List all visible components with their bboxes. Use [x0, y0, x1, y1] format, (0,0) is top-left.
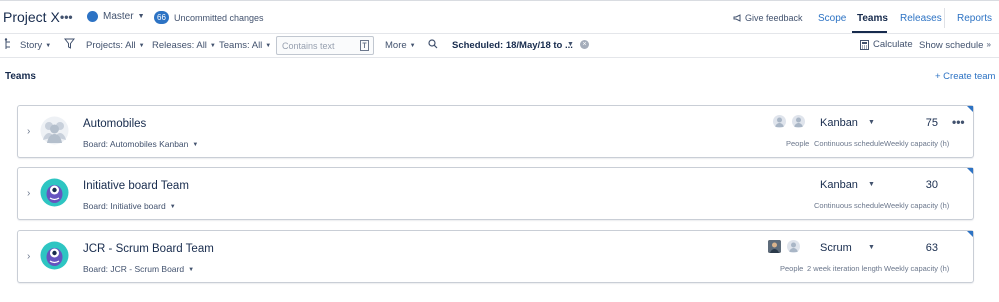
planning-method-dropdown[interactable]: Kanban — [820, 179, 858, 191]
more-filters-dropdown[interactable]: More ▼ — [385, 40, 416, 51]
weekly-capacity-value[interactable]: 63 — [926, 242, 938, 254]
chevron-down-icon: ▼ — [188, 267, 195, 273]
clear-scheduled-icon[interactable]: × — [580, 40, 589, 49]
chevron-down-icon: ▼ — [45, 43, 52, 49]
nav-divider — [944, 8, 945, 28]
expand-chevron-icon[interactable]: › — [27, 126, 30, 137]
scenario-color-icon — [87, 11, 98, 22]
generic-team-icon — [40, 116, 69, 145]
corner-flag — [967, 168, 973, 174]
more-filters-label: More — [385, 40, 407, 51]
weekly-capacity-value[interactable]: 30 — [926, 179, 938, 191]
people-label: People — [780, 264, 804, 273]
calculate-label: Calculate — [873, 39, 913, 50]
board-label: Board: Automobiles Kanban — [83, 139, 189, 149]
chevron-down-icon[interactable]: ▼ — [868, 244, 875, 251]
expand-chevron-icon[interactable]: › — [27, 188, 30, 199]
people-avatars[interactable] — [773, 115, 811, 128]
schedule-mode-label: Continuous schedule — [814, 201, 885, 210]
monster-avatar-icon — [40, 178, 69, 207]
calculate-button[interactable]: Calculate — [860, 39, 913, 50]
active-tab-indicator — [852, 31, 887, 33]
chevron-down-icon: ▼ — [209, 43, 216, 49]
tab-scope[interactable]: Scope — [818, 13, 846, 24]
projects-filter[interactable]: Projects: All ▼ — [86, 40, 145, 51]
board-label: Board: Initiative board — [83, 201, 166, 211]
text-filter-icon — [360, 40, 369, 51]
scenario-label: Master — [103, 11, 134, 22]
contains-text-input[interactable] — [277, 37, 357, 54]
person-avatar[interactable] — [773, 115, 786, 128]
show-schedule-dropdown[interactable]: Show schedule» — [919, 40, 991, 51]
weekly-capacity-label: Weekly capacity (h) — [884, 264, 950, 273]
scenario-selector[interactable]: Master ▼ — [87, 11, 145, 22]
scheduled-filter[interactable]: Scheduled: 18/May/18 to ... — [452, 40, 573, 51]
chevron-down-icon: ▼ — [138, 43, 145, 49]
give-feedback-label: Give feedback — [745, 13, 803, 23]
calculator-icon — [860, 39, 869, 50]
give-feedback-link[interactable]: Give feedback — [733, 13, 803, 23]
releases-filter-label: Releases: All — [152, 40, 207, 51]
teams-filter[interactable]: Teams: All ▼ — [219, 40, 271, 51]
people-label: People — [786, 139, 810, 148]
filter-bar: Story ▼ Projects: All ▼ Releases: All ▼ Tea… — [0, 34, 999, 58]
team-more-icon[interactable]: ••• — [952, 115, 965, 129]
planning-method-dropdown[interactable]: Kanban — [820, 117, 858, 129]
chevron-down-icon: ▼ — [409, 43, 416, 49]
chevron-down-icon: ▼ — [169, 204, 176, 210]
team-name[interactable]: Initiative board Team — [83, 180, 189, 192]
chevron-down-icon: ▼ — [137, 13, 145, 20]
chevron-down-icon[interactable]: ▼ — [567, 41, 574, 48]
weekly-capacity-label: Weekly capacity (h) — [884, 201, 950, 210]
team-card[interactable]: › Initiative board Team Board: Initiativ… — [17, 167, 974, 220]
planning-method-dropdown[interactable]: Scrum — [820, 242, 852, 254]
schedule-mode-label: Continuous schedule — [814, 139, 885, 148]
projects-filter-label: Projects: All — [86, 40, 136, 51]
team-name[interactable]: Automobiles — [83, 118, 146, 130]
tab-reports[interactable]: Reports — [957, 13, 992, 24]
weekly-capacity-label: Weekly capacity (h) — [884, 139, 950, 148]
tab-teams[interactable]: Teams — [857, 13, 888, 24]
project-more-icon[interactable]: ••• — [60, 10, 73, 24]
weekly-capacity-value[interactable]: 75 — [926, 117, 938, 129]
corner-flag — [967, 106, 973, 112]
board-selector[interactable]: Board: Initiative board ▼ — [83, 201, 176, 211]
monster-avatar-icon — [40, 241, 69, 270]
team-card[interactable]: › Automobiles Board: Automobiles Kanban ▼… — [17, 105, 974, 158]
megaphone-icon — [733, 14, 741, 22]
team-name[interactable]: JCR - Scrum Board Team — [83, 243, 214, 255]
filter-icon[interactable] — [63, 38, 76, 52]
expand-chevron-icon[interactable]: › — [27, 251, 30, 262]
section-title: Teams — [5, 71, 36, 82]
board-selector[interactable]: Board: JCR - Scrum Board ▼ — [83, 264, 194, 274]
person-avatar[interactable] — [787, 240, 800, 253]
person-avatar[interactable] — [792, 115, 805, 128]
chevron-down-icon[interactable]: ▼ — [868, 119, 875, 126]
project-title[interactable]: Project X — [3, 9, 60, 25]
double-chevron-down-icon: » — [986, 40, 991, 49]
story-level-dropdown[interactable]: Story ▼ — [20, 40, 51, 51]
board-selector[interactable]: Board: Automobiles Kanban ▼ — [83, 139, 198, 149]
story-level-label: Story — [20, 40, 43, 51]
top-header: Project X ••• Master ▼ 66 Uncommitted ch… — [0, 0, 999, 34]
chevron-down-icon: ▼ — [265, 43, 272, 49]
create-team-link[interactable]: + Create team — [935, 71, 995, 82]
people-avatars[interactable] — [768, 240, 806, 253]
schedule-mode-label: 2 week iteration length — [807, 264, 883, 273]
chevron-down-icon[interactable]: ▼ — [868, 181, 875, 188]
board-label: Board: JCR - Scrum Board — [83, 264, 185, 274]
search-icon[interactable] — [428, 39, 438, 52]
show-schedule-label: Show schedule — [919, 40, 984, 51]
person-photo-avatar[interactable] — [768, 240, 781, 253]
releases-filter[interactable]: Releases: All ▼ — [152, 40, 216, 51]
tab-releases[interactable]: Releases — [900, 13, 942, 24]
chevron-down-icon: ▼ — [192, 142, 199, 148]
contains-text-field[interactable] — [276, 36, 374, 55]
team-card[interactable]: › JCR - Scrum Board Team Board: JCR - Sc… — [17, 230, 974, 283]
uncommitted-count-badge[interactable]: 66 — [154, 11, 169, 24]
corner-flag — [967, 231, 973, 237]
uncommitted-changes-label[interactable]: Uncommitted changes — [174, 13, 264, 23]
hierarchy-icon — [4, 38, 12, 53]
teams-filter-label: Teams: All — [219, 40, 263, 51]
